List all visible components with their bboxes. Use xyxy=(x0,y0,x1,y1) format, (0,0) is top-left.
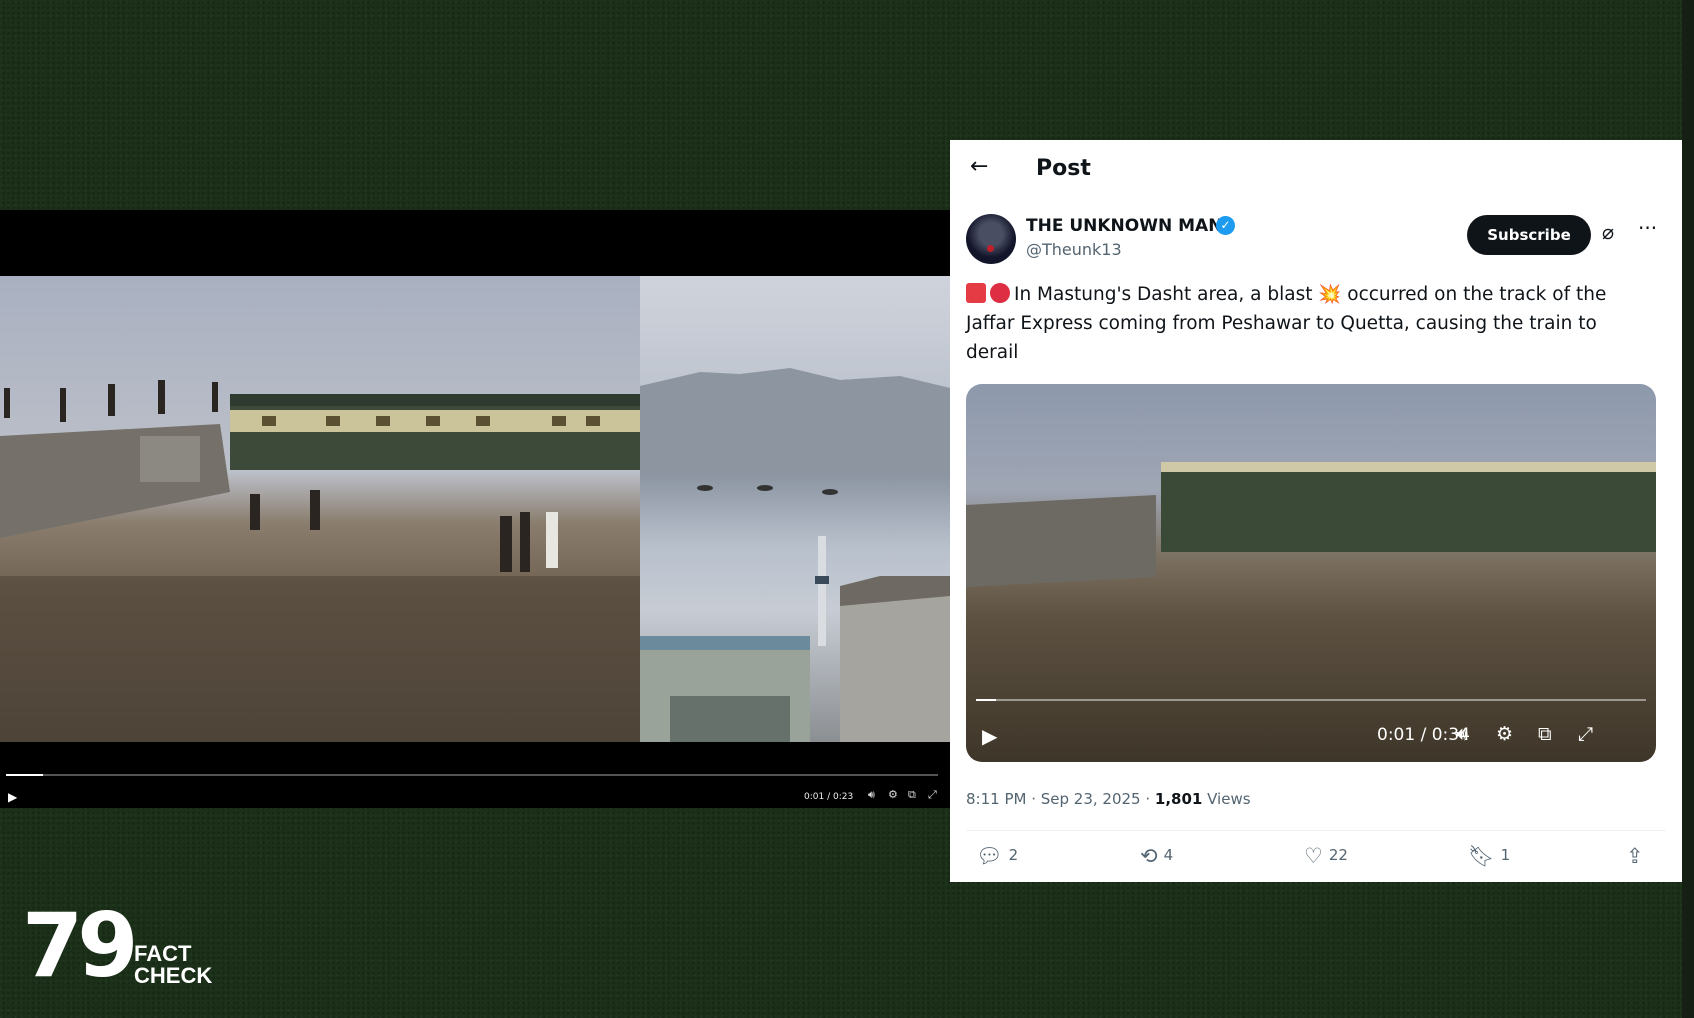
reply-count: 2 xyxy=(1008,846,1019,864)
verified-badge-icon: ✓ xyxy=(1216,216,1235,235)
post-timestamp[interactable]: 8:11 PM · Sep 23, 2025 · xyxy=(966,790,1155,808)
repost-icon: ⟲ xyxy=(1140,844,1158,868)
settings-icon[interactable]: ⚙ xyxy=(888,788,898,801)
pip-icon[interactable]: ⧉ xyxy=(908,788,916,802)
post-meta: 8:11 PM · Sep 23, 2025 · 1,801 Views xyxy=(966,790,1251,808)
video-train-scene xyxy=(1161,462,1656,552)
left-video-frame[interactable] xyxy=(0,276,950,742)
video-fullscreen-icon[interactable]: ⤢ xyxy=(1578,723,1593,745)
tweet-text: In Mastung's Dasht area, a blast 💥 occur… xyxy=(966,284,1607,363)
tweet-video-player[interactable]: ▶ 0:01 / 0:34 🔊︎ ⚙ ⧉ ⤢ xyxy=(966,384,1656,762)
grok-icon[interactable]: ⌀ xyxy=(1602,220,1614,244)
like-count: 22 xyxy=(1328,846,1348,864)
more-options-icon[interactable]: ··· xyxy=(1638,216,1657,240)
video-settings-icon[interactable]: ⚙ xyxy=(1496,723,1513,745)
left-video-progress-fill xyxy=(6,774,44,776)
logo-check-text: CHECK xyxy=(134,963,213,988)
bookmark-count: 1 xyxy=(1500,846,1511,864)
video-play-icon[interactable]: ▶ xyxy=(982,724,997,748)
share-icon: ⇪ xyxy=(1626,844,1644,868)
author-handle[interactable]: @Theunk13 xyxy=(1026,240,1122,259)
author-name[interactable]: THE UNKNOWN MAN xyxy=(1026,216,1222,236)
like-button[interactable]: ♡ 22 xyxy=(1304,844,1348,868)
red-circle-emoji-icon xyxy=(990,283,1010,303)
views-label: Views xyxy=(1207,790,1251,808)
fullscreen-icon[interactable]: ⤢ xyxy=(928,788,937,802)
views-count: 1,801 xyxy=(1154,790,1203,808)
video-pip-icon[interactable]: ⧉ xyxy=(1538,723,1552,745)
logo-mark: 79 xyxy=(22,894,138,997)
heart-icon: ♡ xyxy=(1304,844,1323,868)
helicopters-mosque-scene xyxy=(640,276,950,742)
fact-check-logo: 79 FACT CHECK xyxy=(22,898,232,994)
page-title: Post xyxy=(1036,156,1091,181)
video-progress-fill xyxy=(976,699,997,701)
siren-emoji-icon xyxy=(966,283,986,303)
bookmark-icon: 🔖︎ xyxy=(1468,844,1495,868)
divider xyxy=(966,830,1666,831)
reply-button[interactable]: 💬︎ 2 xyxy=(976,844,1018,869)
volume-icon[interactable]: 🔊︎ xyxy=(868,788,875,802)
video-volume-icon[interactable]: 🔊︎ xyxy=(1456,723,1468,745)
derailed-train-scene xyxy=(0,276,640,742)
left-play-icon[interactable]: ▶ xyxy=(8,790,17,804)
page-edge-strip xyxy=(1682,0,1694,1018)
bookmark-button[interactable]: 🔖︎ 1 xyxy=(1468,844,1510,869)
left-video-progress-bar[interactable] xyxy=(6,774,938,776)
tweet-text-block: In Mastung's Dasht area, a blast 💥 occur… xyxy=(966,280,1646,367)
video-wreck-scene xyxy=(966,495,1156,587)
repost-button[interactable]: ⟲ 4 xyxy=(1140,844,1173,868)
repost-count: 4 xyxy=(1163,846,1174,864)
video-progress-bar[interactable] xyxy=(976,699,1646,701)
avatar[interactable] xyxy=(966,214,1016,264)
back-arrow-icon[interactable]: ← xyxy=(970,154,988,179)
reply-icon: 💬︎ xyxy=(976,844,1003,868)
subscribe-button[interactable]: Subscribe xyxy=(1467,215,1591,255)
left-video-time: 0:01 / 0:23 xyxy=(804,792,854,802)
share-button[interactable]: ⇪ xyxy=(1626,844,1650,868)
left-video-player[interactable]: ▶ 0:01 / 0:23 🔊︎ ⚙ ⧉ ⤢ xyxy=(0,210,950,808)
tweet-post-card: ← Post THE UNKNOWN MAN ✓ @Theunk13 Subsc… xyxy=(950,140,1682,882)
